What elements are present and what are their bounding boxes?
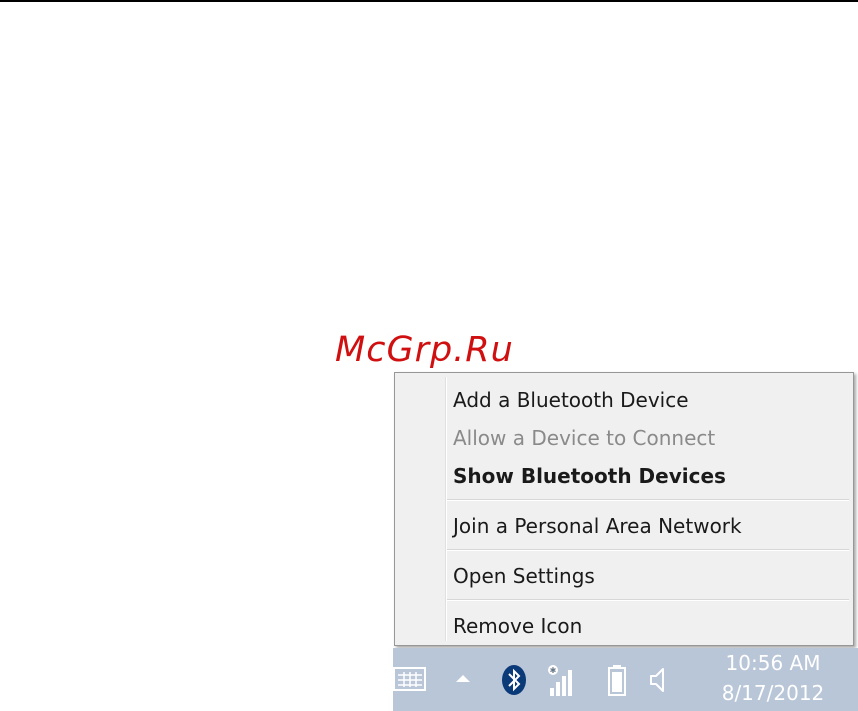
menu-separator [447,499,849,501]
menu-item-show-bluetooth-devices[interactable]: Show Bluetooth Devices [453,459,726,493]
clock-date: 8/17/2012 [721,681,825,705]
menu-item-remove-icon[interactable]: Remove Icon [453,609,582,643]
menu-separator [447,599,849,601]
svg-text:✱: ✱ [550,666,557,675]
clock-time: 10:56 AM [725,651,821,675]
touch-keyboard-icon[interactable] [393,664,427,694]
menu-item-allow-device-to-connect: Allow a Device to Connect [453,426,716,450]
network-signal-icon[interactable]: ✱ [546,662,578,698]
menu-item-join-personal-area-network[interactable]: Join a Personal Area Network [453,509,742,543]
taskbar-clock[interactable]: 10:56 AM 8/17/2012 [693,648,853,708]
taskbar-notification-area: ✱ 10:56 AM 8/17/2012 [393,648,858,711]
battery-icon[interactable] [607,664,627,696]
menu-item-add-bluetooth-device[interactable]: Add a Bluetooth Device [453,383,689,417]
menu-separator [447,549,849,551]
top-rule [0,0,858,2]
menu-item-open-settings[interactable]: Open Settings [453,559,595,593]
show-hidden-icons-icon[interactable] [454,672,472,686]
bluetooth-context-menu: Add a Bluetooth Device Allow a Device to… [394,372,854,646]
menu-icon-gutter [445,377,447,641]
bluetooth-icon[interactable] [501,664,527,696]
volume-icon[interactable] [649,666,669,694]
watermark-logo: McGrp.Ru [335,330,514,370]
